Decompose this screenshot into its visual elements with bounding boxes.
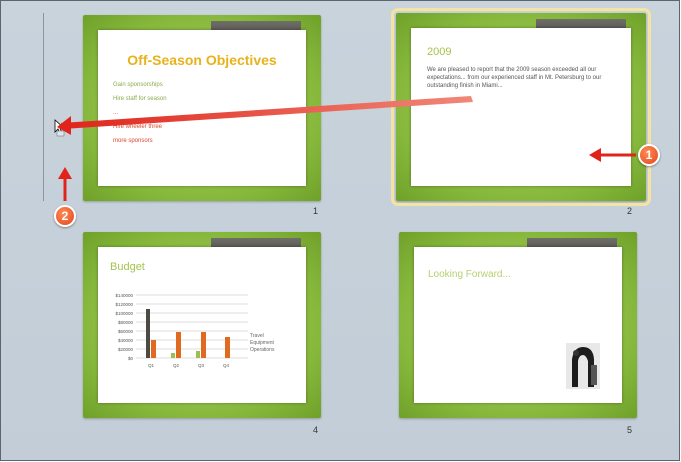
callout-2-arrow-head: [58, 167, 72, 179]
drag-arrow: [61, 96, 473, 129]
annotation-arrows: [57, 96, 636, 201]
slide-sorter-view: Off-Season Objectives Gain sponsorships …: [0, 0, 680, 461]
drag-arrow-head: [57, 116, 71, 135]
callout-badge-1: 1: [638, 144, 660, 166]
callout-1-arrow-head: [589, 148, 601, 162]
callout-badge-2: 2: [54, 205, 76, 227]
